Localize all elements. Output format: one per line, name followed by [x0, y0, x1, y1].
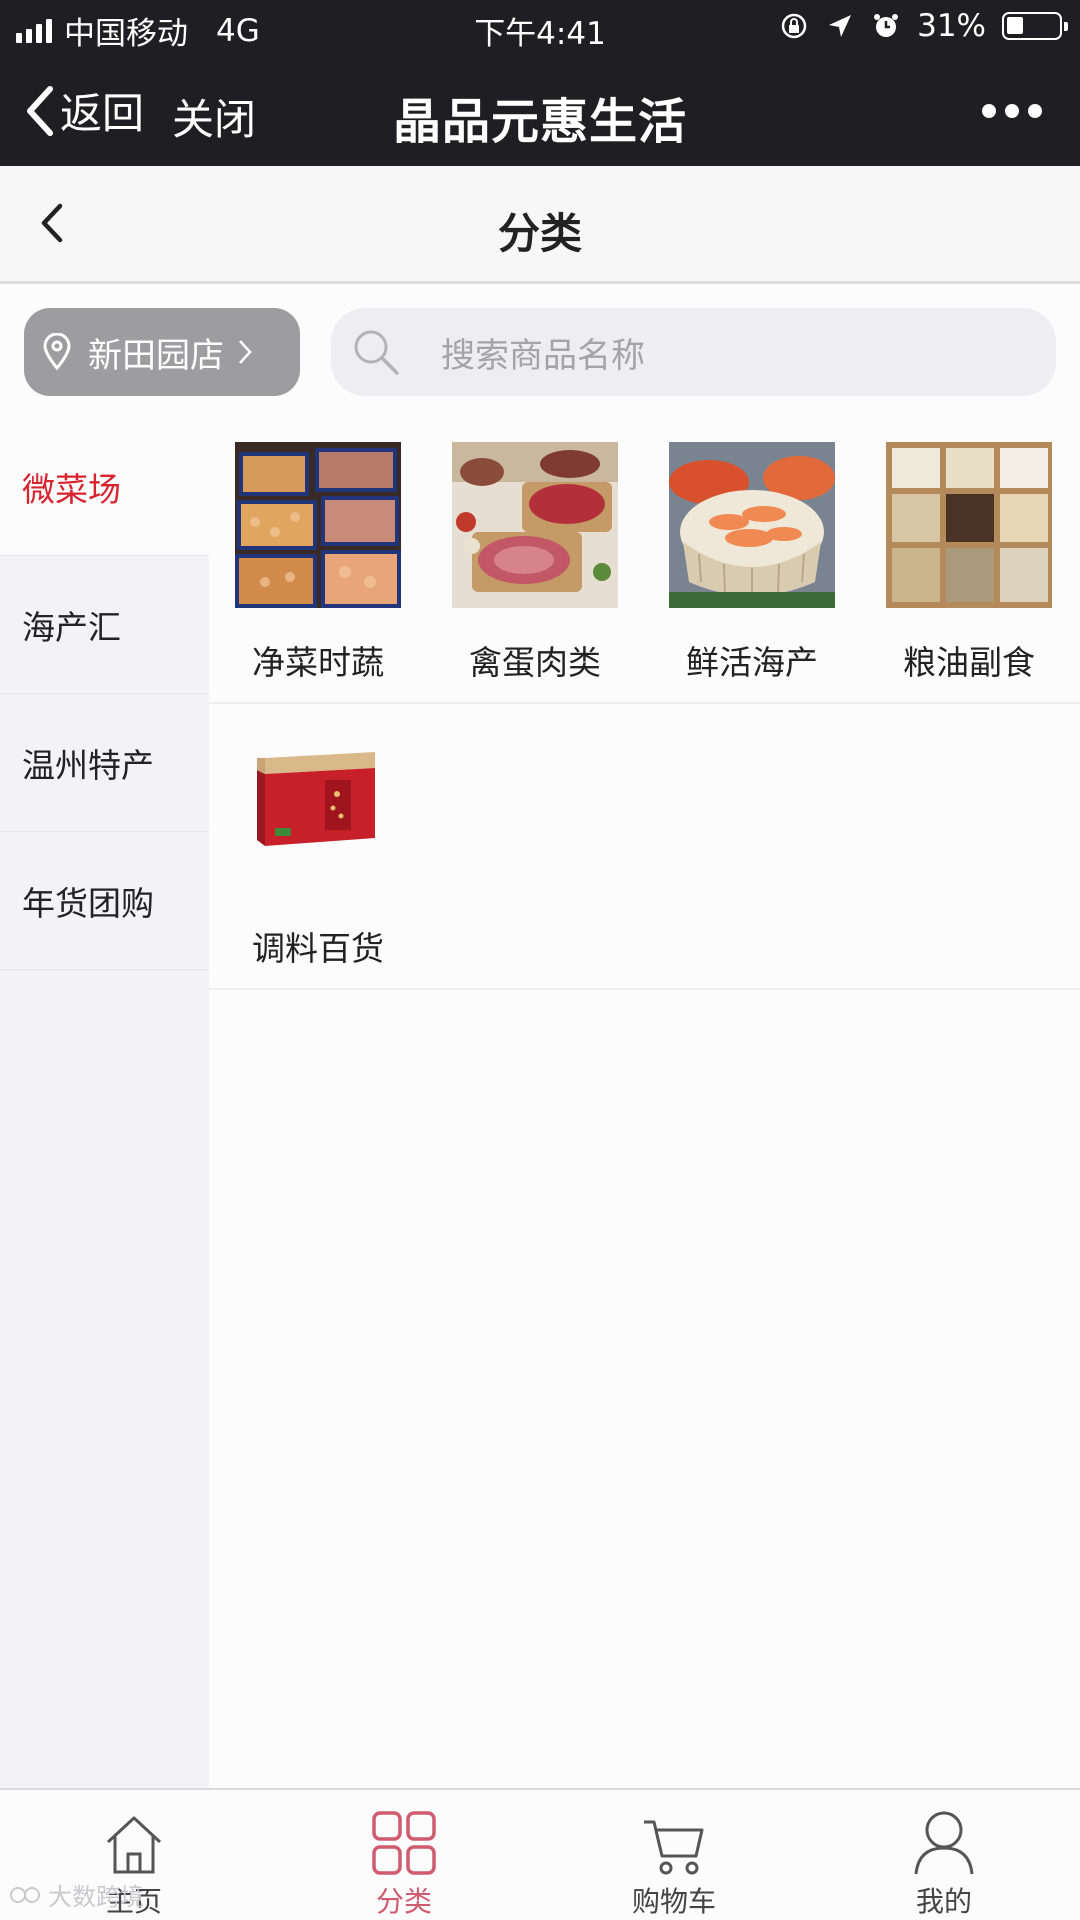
location-arrow-icon: [825, 11, 855, 41]
sidebar-item-wenzhoutechan[interactable]: 温州特产: [0, 694, 209, 832]
location-pin-icon: [43, 333, 71, 371]
category-label: 禽蛋肉类: [469, 643, 601, 682]
store-name: 新田园店: [88, 335, 224, 376]
search-icon: [354, 330, 399, 375]
seafood-tray-image: [235, 442, 401, 608]
tab-label: 分类: [375, 1885, 432, 1918]
sidebar-item-label: 海产汇: [22, 607, 121, 647]
category-item-liangyoufushi[interactable]: 粮油副食: [885, 442, 1053, 684]
page-header: 分类: [0, 166, 1080, 284]
battery-icon: [1002, 12, 1068, 40]
bottom-tab-bar: 主页 分类 购物车 我的 大数跨境: [0, 1788, 1080, 1920]
watermark: 大数跨境: [10, 1877, 144, 1912]
screen: 中国移动 4G 下午4:41 31% 返回 关闭 晶品元惠生活 分类 新田园店 …: [0, 0, 1080, 1920]
chevron-right-icon: [239, 340, 252, 364]
store-selector-button[interactable]: 新田园店: [24, 308, 300, 396]
category-label: 净菜时蔬: [252, 643, 384, 682]
cart-icon: [644, 1820, 704, 1875]
search-bar[interactable]: 搜索商品名称: [331, 308, 1056, 396]
category-item-qindanroulei[interactable]: 禽蛋肉类: [451, 442, 619, 684]
sidebar-item-label: 年货团购: [22, 883, 154, 923]
watermark-logo-icon: [10, 1886, 40, 1903]
category-label: 调料百货: [252, 929, 384, 968]
status-right: 31%: [779, 8, 1068, 44]
sidebar-item-haichanhui[interactable]: 海产汇: [0, 556, 209, 694]
sidebar-item-label: 微菜场: [22, 469, 121, 509]
app-title: 晶品元惠生活: [392, 94, 687, 150]
user-icon: [914, 1811, 974, 1875]
home-icon: [106, 1816, 162, 1874]
category-row: 调料百货: [209, 704, 1080, 990]
tab-profile[interactable]: 我的: [844, 1804, 1044, 1920]
sidebar-item-weicaichang[interactable]: 微菜场: [0, 418, 209, 556]
category-label: 鲜活海产: [686, 643, 818, 682]
battery-percent: 31%: [917, 8, 986, 44]
category-item-jingcaishishu[interactable]: 净菜时蔬: [234, 442, 402, 684]
alarm-icon: [871, 11, 901, 41]
page-title: 分类: [497, 209, 582, 258]
wechat-nav-bar: 返回 关闭 晶品元惠生活: [0, 58, 1080, 166]
grid-icon: [372, 1811, 436, 1875]
tab-label: 购物车: [631, 1885, 716, 1918]
more-menu-icon[interactable]: [982, 104, 1042, 118]
category-label: 粮油副食: [903, 643, 1035, 682]
sidebar-item-label: 温州特产: [22, 745, 154, 785]
sidebar-item-nianhuotuangou[interactable]: 年货团购: [0, 832, 209, 970]
shrimp-basket-image: [669, 442, 835, 608]
category-item-tiaoliaobaihuo[interactable]: 调料百货: [234, 728, 402, 970]
gift-box-image: [235, 728, 401, 894]
category-item-xianhuohaichan[interactable]: 鲜活海产: [668, 442, 836, 684]
category-sidebar: 微菜场 海产汇 温州特产 年货团购: [0, 418, 209, 1788]
battery-fill: [1007, 17, 1023, 34]
category-row: 净菜时蔬 禽蛋肉类 鲜活海产 粮油副食: [209, 418, 1080, 704]
tab-cart[interactable]: 购物车: [574, 1804, 774, 1920]
category-grid: 净菜时蔬 禽蛋肉类 鲜活海产 粮油副食 调料百货: [209, 418, 1080, 990]
meat-image: [452, 442, 618, 608]
rotation-lock-icon: [779, 11, 809, 41]
tab-category[interactable]: 分类: [304, 1804, 504, 1920]
status-bar: 中国移动 4G 下午4:41 31%: [0, 0, 1080, 58]
watermark-text: 大数跨境: [48, 1883, 144, 1911]
search-placeholder: 搜索商品名称: [441, 335, 645, 376]
grains-box-image: [886, 442, 1052, 608]
tab-label: 我的: [915, 1885, 972, 1918]
